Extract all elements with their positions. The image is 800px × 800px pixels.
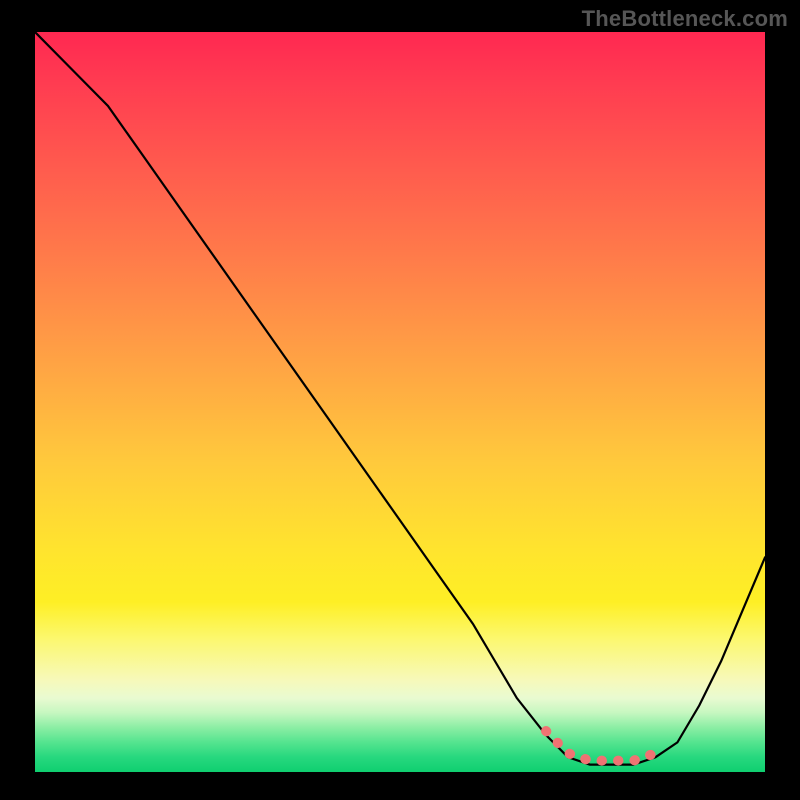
attribution-text: TheBottleneck.com bbox=[582, 6, 788, 32]
chart-stage: TheBottleneck.com bbox=[0, 0, 800, 800]
optimal-range-highlight bbox=[546, 731, 656, 761]
plot-area bbox=[35, 32, 765, 772]
bottleneck-curve bbox=[35, 32, 765, 765]
plot-svg bbox=[35, 32, 765, 772]
